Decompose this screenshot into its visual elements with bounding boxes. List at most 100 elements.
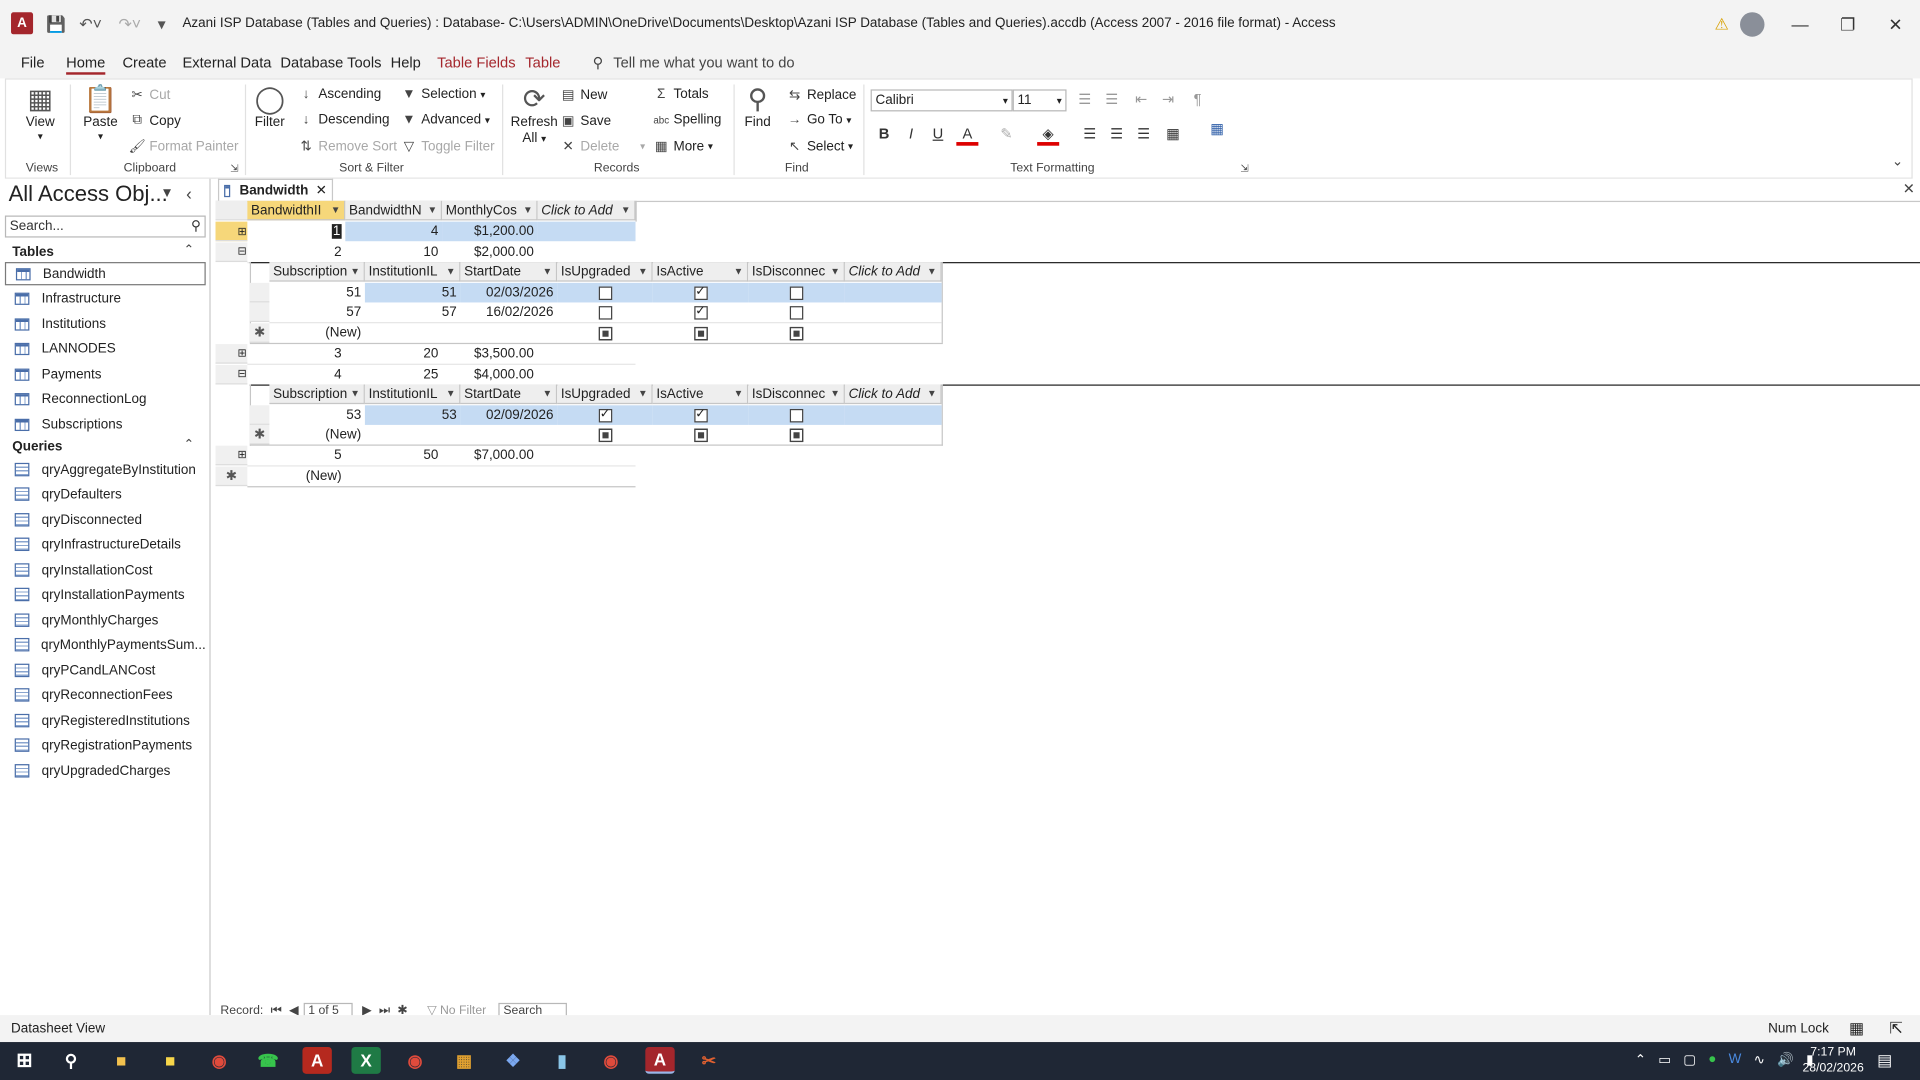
font-color-icon[interactable]: A xyxy=(956,125,979,146)
chrome-icon[interactable]: ◉ xyxy=(204,1047,233,1074)
nav-table-infrastructure[interactable]: Infrastructure xyxy=(5,287,206,310)
paste-button[interactable]: 📋 Paste ▾ xyxy=(83,84,117,142)
tell-me-search[interactable]: ⚲ Tell me what you want to do xyxy=(593,54,795,71)
sub-column-header-isactive[interactable]: IsActive ▼ xyxy=(652,262,749,282)
clock[interactable]: 7:17 PM 28/02/2026 xyxy=(1802,1044,1863,1076)
cut-button[interactable]: ✂ Cut xyxy=(129,87,170,103)
dropdown-icon[interactable]: ▼ xyxy=(331,204,341,215)
checkbox-unchecked[interactable] xyxy=(789,285,804,300)
ascending-button[interactable]: ↓ Ascending xyxy=(298,87,382,102)
sub-cell-isdisconnected[interactable] xyxy=(748,405,845,425)
windows-start-icon[interactable]: ⊞ xyxy=(10,1047,39,1074)
sub-column-header-isupgraded[interactable]: IsUpgraded ▼ xyxy=(557,384,653,405)
nav-query[interactable]: qryMonthlyCharges xyxy=(5,609,206,632)
cell-bandwidthmbps[interactable]: 10 xyxy=(345,242,442,262)
cell-bandwidthmbps[interactable]: 25 xyxy=(345,365,442,385)
wifi-icon[interactable]: ∿ xyxy=(1754,1052,1765,1068)
spelling-button[interactable]: abc Spelling xyxy=(653,113,721,128)
more-button[interactable]: ▦ More ▾ xyxy=(653,138,713,154)
select-button[interactable]: ↖ Select ▾ xyxy=(786,138,853,154)
sub-cell-isactive[interactable]: ✓ xyxy=(652,282,749,303)
sub-column-header-isdisconnected[interactable]: IsDisconnec ▼ xyxy=(748,384,845,405)
totals-button[interactable]: Σ Totals xyxy=(653,87,709,102)
nav-query[interactable]: qryDefaulters xyxy=(5,482,206,505)
sub-cell-institutionid[interactable]: 57 xyxy=(365,302,461,322)
cell-empty[interactable] xyxy=(537,221,636,242)
sub-column-header-isupgraded[interactable]: IsUpgraded ▼ xyxy=(557,262,653,282)
sticky-notes-icon[interactable]: ■ xyxy=(156,1047,185,1074)
sub-row-selector[interactable] xyxy=(249,302,270,323)
align-left-icon[interactable]: ☰ xyxy=(1079,125,1101,142)
sub-cell-startdate[interactable]: 16/02/2026 xyxy=(460,302,557,322)
dialog-launcher-icon[interactable]: ⇲ xyxy=(230,163,238,174)
gridlines-icon[interactable]: ▦ xyxy=(1162,125,1184,142)
nav-pane-title[interactable]: All Access Obj... xyxy=(9,181,168,207)
nav-query[interactable]: qryInstallationPayments xyxy=(5,583,206,606)
shutter-bar-icon[interactable]: ‹ xyxy=(186,184,192,204)
cell-monthlycost[interactable]: $7,000.00 xyxy=(442,446,538,466)
winrar-icon[interactable]: ▦ xyxy=(449,1047,478,1074)
cell-bandwidthid[interactable]: 2 xyxy=(247,242,345,262)
sub-cell-isdisconnected[interactable] xyxy=(748,323,845,343)
sub-column-header-isdisconnected[interactable]: IsDisconnec ▼ xyxy=(748,262,845,282)
dropdown-icon[interactable]: ▼ xyxy=(350,388,360,399)
cell-new[interactable]: (New) xyxy=(247,467,345,487)
volume-icon[interactable]: 🔊 xyxy=(1777,1052,1794,1068)
whatsapp-icon[interactable]: ☎ xyxy=(253,1047,282,1074)
datasheet-view-icon[interactable]: ▦ xyxy=(1849,1019,1864,1039)
avatar[interactable] xyxy=(1740,12,1765,37)
chevron-up-icon[interactable]: ⌃ xyxy=(1635,1052,1646,1068)
replace-button[interactable]: ⇆ Replace xyxy=(786,87,856,103)
checkbox-indeterminate[interactable] xyxy=(598,326,612,340)
checkbox-indeterminate[interactable] xyxy=(789,326,804,340)
cell-bandwidthmbps[interactable]: 4 xyxy=(345,221,443,242)
increase-indent-icon[interactable]: ⇥ xyxy=(1157,91,1179,108)
sub-column-header-startdate[interactable]: StartDate ▼ xyxy=(460,262,558,282)
nav-query[interactable]: qryMonthlyPaymentsSum... xyxy=(5,633,206,656)
dropdown-icon[interactable]: ▼ xyxy=(638,266,648,277)
checkbox-indeterminate[interactable] xyxy=(693,326,708,340)
cell-monthlycost[interactable]: $4,000.00 xyxy=(442,365,538,385)
excel-icon[interactable]: X xyxy=(351,1046,381,1074)
dropdown-icon[interactable]: ▼ xyxy=(830,266,840,277)
nav-table-institutions[interactable]: Institutions xyxy=(5,312,206,335)
tab-help[interactable]: Help xyxy=(391,54,421,71)
align-center-icon[interactable]: ☰ xyxy=(1106,125,1128,142)
tab-home[interactable]: Home xyxy=(66,54,106,75)
decrease-indent-icon[interactable]: ⇤ xyxy=(1130,91,1152,108)
sub-row-selector[interactable] xyxy=(249,282,270,303)
warning-icon[interactable]: ⚠ xyxy=(1712,12,1732,36)
nav-query[interactable]: qryUpgradedCharges xyxy=(5,759,206,782)
new-row-icon[interactable]: ✱ xyxy=(249,323,270,343)
usb-icon[interactable]: ▭ xyxy=(1658,1052,1671,1068)
sub-column-header-institutionid[interactable]: InstitutionIL ▼ xyxy=(364,384,461,405)
bold-button[interactable]: B xyxy=(873,125,895,142)
sub-column-header-startdate[interactable]: StartDate ▼ xyxy=(460,384,558,405)
notifications-icon[interactable]: ▤ xyxy=(1877,1051,1892,1071)
format-painter-button[interactable]: 🖌 Format Painter xyxy=(129,138,239,154)
bullets-icon[interactable]: ☰ xyxy=(1074,91,1096,108)
sub-cell-isactive[interactable]: ✓ xyxy=(652,405,749,425)
nav-query[interactable]: qryAggregateByInstitution xyxy=(5,458,206,481)
sub-cell-isdisconnected[interactable] xyxy=(748,282,845,303)
numbering-icon[interactable]: ☰ xyxy=(1101,91,1123,108)
close-tab-icon[interactable]: ✕ xyxy=(316,182,327,199)
advanced-button[interactable]: ▼ Advanced ▾ xyxy=(400,113,489,128)
sub-cell-isactive[interactable] xyxy=(653,323,749,343)
sub-column-header-isactive[interactable]: IsActive ▼ xyxy=(652,384,749,405)
checkbox-unchecked[interactable] xyxy=(789,305,804,319)
sub-cell-subscriptionid[interactable]: 53 xyxy=(269,405,365,425)
cell-monthlycost[interactable]: $3,500.00 xyxy=(442,344,538,364)
cell-bandwidthid[interactable]: 1 xyxy=(247,222,345,242)
collapse-icon[interactable]: ⊟ xyxy=(238,367,247,380)
sub-cell-new[interactable]: (New) xyxy=(269,425,365,445)
new-record-button[interactable]: ▤ New xyxy=(560,87,608,103)
italic-button[interactable]: I xyxy=(900,125,922,142)
expand-icon[interactable]: ⊞ xyxy=(238,448,247,461)
selection-button[interactable]: ▼ Selection ▾ xyxy=(400,87,485,102)
sub-cell-isdisconnected[interactable] xyxy=(748,425,845,445)
restore-icon[interactable]: ❐ xyxy=(1823,0,1872,49)
highlight-icon[interactable]: ✎ xyxy=(996,125,1018,142)
dropdown-icon[interactable]: ▼ xyxy=(927,266,937,277)
sub-cell-isupgraded[interactable] xyxy=(557,323,653,343)
